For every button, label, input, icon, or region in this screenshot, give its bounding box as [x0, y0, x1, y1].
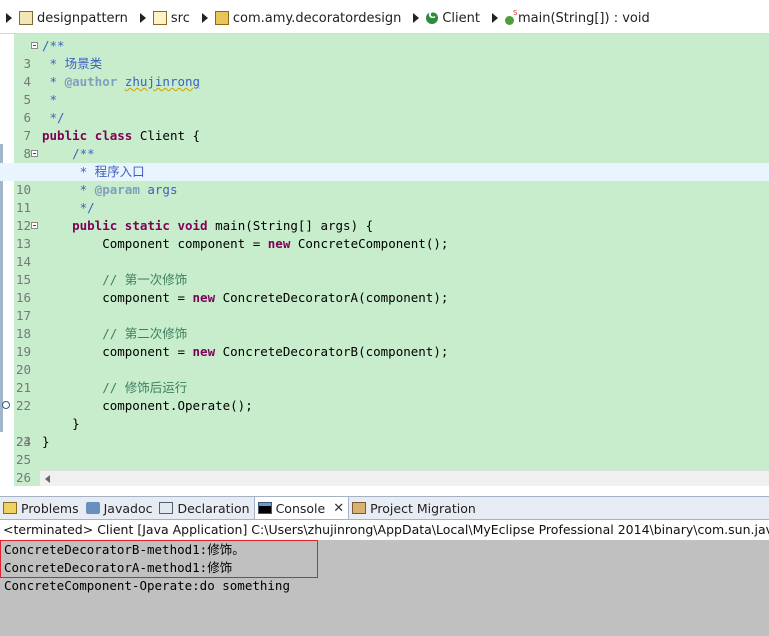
code-text: Component component = new ConcreteCompon… [42, 236, 449, 251]
code-line: 20 component = new ConcreteDecoratorB(co… [0, 343, 769, 377]
chevron-right-icon [6, 13, 12, 23]
breadcrumb-label: src [170, 10, 190, 26]
code-line: 4 * 场景类 [0, 55, 769, 89]
chevron-right-icon [492, 13, 498, 23]
code-line: 17 component = new ConcreteDecoratorA(co… [0, 289, 769, 323]
code-text: // 第一次修饰 [42, 272, 188, 287]
code-line-current: 10 * 程序入口 [0, 163, 769, 197]
line-number: 26 [15, 470, 31, 485]
code-text: * @author zhujinrong [42, 74, 201, 89]
breadcrumb-item-method[interactable]: main(String[]) : void [505, 9, 650, 26]
code-text: */ [42, 200, 95, 215]
breadcrumb-label: designpattern [37, 10, 128, 26]
chevron-right-icon [201, 13, 208, 23]
chevron-right-icon [413, 13, 420, 23]
code-text: * [42, 92, 58, 107]
declaration-icon [159, 502, 174, 514]
code-text: * @param args [42, 182, 178, 197]
code-text: /** [42, 38, 65, 53]
code-text: component = new ConcreteDecoratorB(compo… [42, 344, 449, 359]
migration-icon [352, 502, 367, 514]
code-line: 12 */ [0, 199, 769, 233]
code-text: } [42, 416, 80, 431]
breadcrumb-label: main(String[]) : void [518, 10, 650, 26]
problems-icon [3, 502, 17, 514]
code-line: 13 public static void main(String[] args… [0, 217, 769, 251]
code-line: 24 } [0, 415, 769, 449]
horizontal-scrollbar[interactable] [40, 470, 769, 486]
code-text: component.Operate(); [42, 398, 253, 413]
code-editor[interactable]: 3 /** 4 * 场景类 5 * @author zhujinrong 6 *… [0, 34, 769, 486]
chevron-right-icon [139, 13, 146, 23]
console-line: ConcreteDecoratorA-method1:修饰 [4, 560, 233, 575]
source-folder-icon [152, 11, 167, 25]
code-line: 15 [0, 253, 769, 287]
code-line: 21 [0, 361, 769, 395]
tab-declaration[interactable]: Declaration [156, 497, 253, 519]
tab-label: Declaration [177, 500, 250, 516]
code-line: 19 // 第二次修饰 [0, 325, 769, 359]
code-area[interactable]: 3 /** 4 * 场景类 5 * @author zhujinrong 6 *… [0, 37, 769, 485]
code-line: 18 [0, 307, 769, 341]
code-text: public static void main(String[] args) { [72, 218, 374, 233]
breadcrumb-item-src[interactable]: src [152, 10, 190, 26]
code-text: */ [42, 110, 65, 125]
fold-toggle-icon[interactable] [31, 222, 38, 229]
console-line: ConcreteComponent-Operate:do something [4, 578, 290, 593]
tab-javadoc[interactable]: Javadoc [83, 497, 157, 519]
code-text: /** [42, 146, 95, 161]
close-icon[interactable]: ✕ [333, 501, 344, 516]
code-line: 8 public class Client { [0, 127, 769, 161]
console-line: ConcreteDecoratorB-method1:修饰。 [4, 542, 245, 557]
override-marker-icon[interactable] [2, 401, 10, 409]
scroll-left-icon[interactable] [45, 475, 50, 483]
fold-toggle-icon[interactable] [31, 150, 38, 157]
static-method-icon [505, 9, 517, 25]
breadcrumb-item-project[interactable]: designpattern [19, 11, 128, 26]
project-icon [19, 11, 33, 25]
code-text: * 场景类 [42, 56, 103, 71]
tab-label: Project Migration [370, 500, 476, 516]
code-line: 23 component.Operate(); [0, 397, 769, 449]
breadcrumb-item-class[interactable]: Client [426, 10, 480, 26]
code-text: // 修饰后运行 [42, 380, 188, 395]
tab-label: Console [275, 500, 326, 516]
code-text: // 第二次修饰 [42, 326, 188, 341]
tab-project-migration[interactable]: Project Migration [349, 497, 480, 519]
code-line: 7 */ [0, 109, 769, 143]
console-process-label: <terminated> Client [Java Application] C… [0, 520, 769, 540]
code-line: 3 /** [0, 37, 769, 71]
code-line: 11 * @param args [0, 181, 769, 215]
breadcrumb-label: com.amy.decoratordesign [232, 10, 402, 26]
code-line: 25 } [0, 433, 769, 467]
code-line: 5 * @author zhujinrong [0, 73, 769, 107]
code-line: 22 // 修饰后运行 [0, 379, 769, 413]
view-tab-bar: Problems Javadoc Declaration Console ✕ P… [0, 496, 769, 520]
code-line: 9 /** [0, 145, 769, 179]
code-line: 6 * [0, 91, 769, 125]
class-icon [426, 10, 439, 24]
breadcrumb-label: Client [442, 10, 480, 26]
console-output[interactable]: ConcreteDecoratorB-method1:修饰。 ConcreteD… [0, 540, 769, 636]
tab-problems[interactable]: Problems [0, 497, 83, 519]
javadoc-icon [85, 502, 100, 514]
code-text: * 程序入口 [42, 164, 145, 179]
tab-console[interactable]: Console ✕ [253, 497, 350, 519]
fold-toggle-icon[interactable] [31, 42, 38, 49]
code-line: 16 // 第一次修饰 [0, 271, 769, 305]
code-text: } [42, 434, 50, 449]
tab-label: Problems [21, 500, 79, 516]
package-icon [214, 11, 229, 25]
console-icon [257, 502, 272, 514]
breadcrumb-item-package[interactable]: com.amy.decoratordesign [214, 10, 402, 26]
breadcrumb: designpattern src com.amy.decoratordesig… [0, 0, 769, 34]
code-line: 14 Component component = new ConcreteCom… [0, 235, 769, 269]
tab-label: Javadoc [103, 500, 153, 516]
code-text: public class Client { [42, 128, 201, 143]
code-line: 26 [0, 451, 769, 485]
code-text: component = new ConcreteDecoratorA(compo… [42, 290, 449, 305]
